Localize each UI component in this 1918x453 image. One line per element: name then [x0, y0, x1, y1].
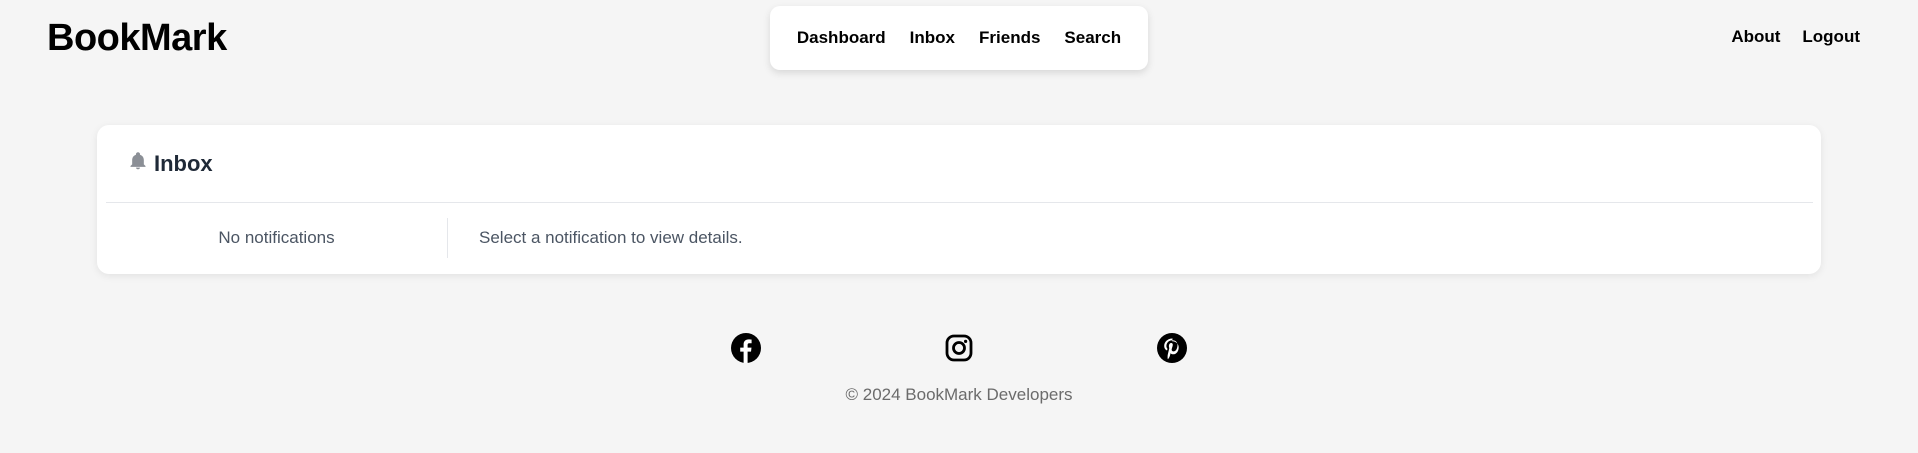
nav-friends[interactable]: Friends [979, 28, 1040, 48]
nav-logout[interactable]: Logout [1802, 27, 1860, 47]
notification-list: No notifications [106, 218, 448, 258]
social-links [0, 332, 1918, 364]
app-logo[interactable]: BookMark [47, 14, 227, 62]
detail-placeholder-text: Select a notification to view details. [479, 228, 743, 247]
header-divider [106, 202, 1813, 203]
pinterest-icon[interactable] [1156, 332, 1188, 364]
copyright-text: © 2024 BookMark Developers [845, 385, 1073, 404]
bell-icon [128, 151, 148, 176]
empty-notifications-text: No notifications [218, 228, 335, 247]
inbox-card: Inbox No notifications Select a notifica… [97, 125, 1821, 274]
inbox-header: Inbox [97, 125, 1821, 202]
inbox-title: Inbox [154, 150, 213, 176]
nav-search[interactable]: Search [1064, 28, 1121, 48]
main-nav: Dashboard Inbox Friends Search [770, 6, 1148, 70]
nav-inbox[interactable]: Inbox [910, 28, 955, 48]
nav-dashboard[interactable]: Dashboard [797, 28, 886, 48]
notification-detail: Select a notification to view details. [479, 218, 743, 258]
facebook-icon[interactable] [730, 332, 762, 364]
account-nav: About Logout [1731, 27, 1860, 47]
instagram-icon[interactable] [943, 332, 975, 364]
nav-about[interactable]: About [1731, 27, 1780, 47]
